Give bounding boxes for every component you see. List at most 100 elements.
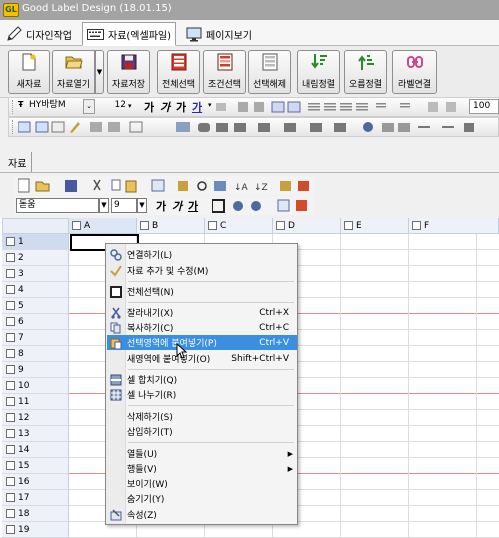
row-header[interactable]: 6 [2, 314, 69, 330]
tab-page-view[interactable]: 페이지보기 [182, 22, 256, 46]
menu-item-columns[interactable]: 열들(U) ▶ [107, 446, 297, 461]
new-data-button[interactable]: 새자료 [8, 50, 50, 94]
menu-item-paste-selection[interactable]: 선택영역에 붙여넣기(P) Ctrl+V [107, 335, 297, 350]
row-header[interactable]: 11 [2, 394, 69, 410]
deselect-button[interactable]: 선택해제 [248, 50, 291, 94]
doc-tab-data[interactable]: 자료 [3, 152, 33, 172]
menu-item-select-all[interactable]: 전체선택(N) [107, 284, 297, 299]
label-link-button[interactable]: 라벨연결 [392, 50, 437, 94]
menu-item-add-edit-data[interactable]: 자료 추가 및 수정(M) [107, 263, 297, 278]
row-header[interactable]: 17 [2, 490, 69, 506]
column-header[interactable]: D [273, 218, 341, 234]
sheet-font-select[interactable]: 돋움 [16, 198, 99, 213]
row-header[interactable]: 8 [2, 346, 69, 362]
row-header[interactable]: 5 [2, 298, 69, 314]
row-checkbox[interactable] [6, 461, 15, 470]
menu-item-hide[interactable]: 숨기기(Y) [107, 491, 297, 506]
font-size-select[interactable]: 12 [102, 99, 128, 114]
row-checkbox[interactable] [6, 253, 15, 262]
sheet-font-dropdown-icon[interactable]: ▼ [99, 198, 109, 213]
row-checkbox[interactable] [6, 509, 15, 518]
sheet-underline-button[interactable]: 가 [188, 198, 198, 214]
row-checkbox[interactable] [6, 477, 15, 486]
row-header[interactable]: 4 [2, 282, 69, 298]
column-checkbox[interactable] [412, 221, 421, 230]
strikethrough-button[interactable]: 가 [176, 99, 186, 115]
menu-item-copy[interactable]: 복사하기(C) Ctrl+C [107, 320, 297, 335]
row-header[interactable]: 3 [2, 266, 69, 282]
bold-button[interactable]: 가 [144, 99, 154, 115]
condition-select-button[interactable]: 조건선택 [203, 50, 246, 94]
underline-button[interactable]: 가 [192, 99, 202, 115]
row-checkbox[interactable] [6, 365, 15, 374]
zoom-input[interactable]: 100 [469, 99, 499, 114]
column-header[interactable]: C [205, 218, 273, 234]
row-header[interactable]: 9 [2, 362, 69, 378]
font-name-select[interactable]: HY바탕M [26, 99, 82, 114]
row-checkbox[interactable] [6, 525, 15, 534]
tab-design[interactable]: 디자인작업 [2, 22, 76, 46]
row-checkbox[interactable] [6, 269, 15, 278]
row-header[interactable]: 15 [2, 458, 69, 474]
row-header[interactable]: 16 [2, 474, 69, 490]
row-checkbox[interactable] [6, 445, 15, 454]
row-checkbox[interactable] [6, 349, 15, 358]
row-header[interactable]: 12 [2, 410, 69, 426]
row-checkbox[interactable] [6, 413, 15, 422]
menu-item-paste-new-area[interactable]: 새영역에 붙여넣기(O) Shift+Ctrl+V [107, 351, 297, 366]
column-checkbox[interactable] [72, 221, 81, 230]
column-header[interactable]: F [409, 218, 499, 234]
underline-dropdown-icon[interactable]: ▾ [208, 101, 212, 109]
sheet-italic-button[interactable]: 가 [172, 198, 182, 214]
row-header[interactable]: 19 [2, 522, 69, 538]
row-checkbox[interactable] [6, 317, 15, 326]
row-header[interactable]: 1 [2, 234, 69, 250]
save-data-button[interactable]: 자료저장 [107, 50, 150, 94]
row-header[interactable]: 13 [2, 426, 69, 442]
column-checkbox[interactable] [344, 221, 353, 230]
row-checkbox[interactable] [6, 285, 15, 294]
italic-button[interactable]: 가 [160, 99, 170, 115]
column-checkbox[interactable] [208, 221, 217, 230]
row-checkbox[interactable] [6, 301, 15, 310]
menu-item-rows[interactable]: 행들(V) ▶ [107, 461, 297, 476]
sort-ascending-button[interactable]: 오름정렬 [344, 50, 387, 94]
menu-item-link[interactable]: 연결하기(L) [107, 247, 297, 262]
select-all-button[interactable]: 전체선택 [157, 50, 200, 94]
select-all-icon [110, 285, 122, 298]
monitor-icon [186, 27, 202, 41]
menu-item-cut[interactable]: 잘라내기(X) Ctrl+X [107, 305, 297, 320]
row-checkbox[interactable] [6, 333, 15, 342]
menu-item-show[interactable]: 보이기(W) [107, 476, 297, 491]
column-checkbox[interactable] [276, 221, 285, 230]
menu-item-split-cells[interactable]: 셀 나누기(R) [107, 387, 297, 402]
column-header[interactable]: B [137, 218, 205, 234]
menu-item-merge-cells[interactable]: 셀 합치기(Q) [107, 372, 297, 387]
open-data-button[interactable]: 자료열기 [52, 50, 95, 94]
column-header[interactable]: E [341, 218, 409, 234]
tab-data-excel[interactable]: 자료(엑셀파일) [82, 22, 177, 46]
menu-item-insert[interactable]: 삽입하기(T) [107, 424, 297, 439]
sheet-size-dropdown-icon[interactable]: ▼ [137, 198, 147, 213]
row-header[interactable]: 2 [2, 250, 69, 266]
row-header[interactable]: 10 [2, 378, 69, 394]
sheet-size-select[interactable]: 9 [111, 198, 137, 213]
row-header[interactable]: 18 [2, 506, 69, 522]
sort-descending-button[interactable]: 내림정렬 [297, 50, 340, 94]
open-data-dropdown-icon[interactable]: ▼ [95, 50, 104, 94]
row-checkbox[interactable] [6, 397, 15, 406]
row-checkbox[interactable] [6, 429, 15, 438]
font-size-dropdown-icon[interactable]: ▾ [128, 99, 138, 114]
row-header[interactable]: 14 [2, 442, 69, 458]
font-name-dropdown-icon[interactable]: ⌄ [83, 99, 95, 114]
column-checkbox[interactable] [140, 221, 149, 230]
row-checkbox[interactable] [6, 493, 15, 502]
grid-corner[interactable] [2, 218, 69, 234]
column-header[interactable]: A [69, 218, 137, 234]
row-checkbox[interactable] [6, 237, 15, 246]
row-checkbox[interactable] [6, 381, 15, 390]
row-header[interactable]: 7 [2, 330, 69, 346]
menu-item-properties[interactable]: 속성(Z) [107, 507, 297, 522]
menu-item-delete[interactable]: 삭제하기(S) [107, 409, 297, 424]
sheet-bold-button[interactable]: 가 [156, 198, 166, 214]
